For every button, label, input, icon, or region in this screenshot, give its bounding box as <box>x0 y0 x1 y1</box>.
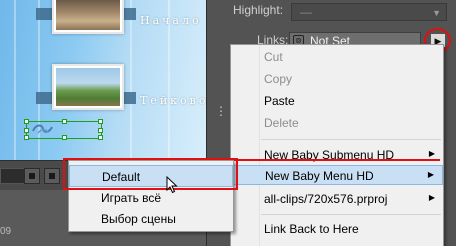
highlight-label: Highlight: <box>233 3 284 17</box>
menu-item-all-clips-project[interactable]: all-clips/720x576.prproj ▶ <box>231 189 443 209</box>
menu-thumbnail-1[interactable] <box>52 0 124 34</box>
menu-thumbnail-2[interactable] <box>52 64 124 110</box>
submenu-item-scene-select[interactable]: Выбор сцены <box>69 208 233 230</box>
menu-item-link-back-here[interactable]: Link Back to Here <box>231 219 443 239</box>
submenu-item-label: Выбор сцены <box>101 212 176 226</box>
submenu-arrow-icon: ▶ <box>428 193 435 202</box>
menu-caption-teikovo[interactable]: Тейково <box>140 94 206 107</box>
background-streak <box>130 0 132 160</box>
selected-button-bounds[interactable] <box>24 119 103 140</box>
resize-handle[interactable] <box>98 128 103 133</box>
menu-item-delete[interactable]: Delete <box>231 113 443 133</box>
resize-handle[interactable] <box>62 135 67 140</box>
panel-edge-label: ⋮ <box>215 104 227 118</box>
menu-item-cut[interactable]: Cut <box>231 47 443 67</box>
submenu-item-label: Играть всё <box>101 191 162 205</box>
menu-item-paste[interactable]: Paste <box>231 91 443 111</box>
annotation-rectangle <box>63 158 238 190</box>
menu-caption-start[interactable]: Начало <box>140 14 202 27</box>
resize-handle[interactable] <box>98 119 103 124</box>
menu-item-label: New Baby Menu HD <box>265 169 374 183</box>
menu-separator <box>261 214 441 215</box>
highlight-value: — <box>300 5 312 19</box>
highlight-dropdown[interactable]: — ▼ <box>291 3 447 21</box>
menu-item-label: Paste <box>264 94 295 108</box>
resize-handle[interactable] <box>24 135 29 140</box>
links-context-menu: Cut Copy Paste Delete New Baby Submenu H… <box>230 44 444 246</box>
menu-separator <box>261 139 441 140</box>
toolbar-button[interactable] <box>44 168 60 184</box>
chevron-down-icon: ▼ <box>432 8 441 18</box>
menu-item-label: Cut <box>264 50 283 64</box>
submenu-item-play-all[interactable]: Играть всё <box>69 187 233 209</box>
menu-item-label: all-clips/720x576.prproj <box>264 192 388 206</box>
thumbnail-image <box>56 68 120 106</box>
menu-item-label: Link Back to Here <box>264 222 359 236</box>
background-streak <box>14 0 16 160</box>
annotation-underline <box>234 159 440 161</box>
thumbnail-image <box>56 0 120 30</box>
mouse-pointer-icon <box>166 176 178 194</box>
stop-button[interactable] <box>24 168 40 184</box>
menu-preview-canvas[interactable]: Начало Тейково <box>0 0 206 160</box>
menu-item-label: Copy <box>264 72 293 86</box>
menu-item-new-baby-submenu[interactable]: New Baby Submenu HD ▶ <box>231 145 443 165</box>
resize-handle[interactable] <box>24 119 29 124</box>
submenu-arrow-icon: ▶ <box>428 149 435 158</box>
menu-item-new-baby-menu[interactable]: New Baby Menu HD ▶ <box>231 165 443 185</box>
resize-handle[interactable] <box>62 119 67 124</box>
highlight-row: Highlight: — ▼ <box>207 3 456 23</box>
resize-handle[interactable] <box>98 135 103 140</box>
menu-item-label: Delete <box>264 116 299 130</box>
resize-handle[interactable] <box>24 128 29 133</box>
ruler-label: 09 <box>0 226 12 237</box>
menu-item-copy[interactable]: Copy <box>231 69 443 89</box>
submenu-arrow-icon: ▶ <box>427 170 434 179</box>
